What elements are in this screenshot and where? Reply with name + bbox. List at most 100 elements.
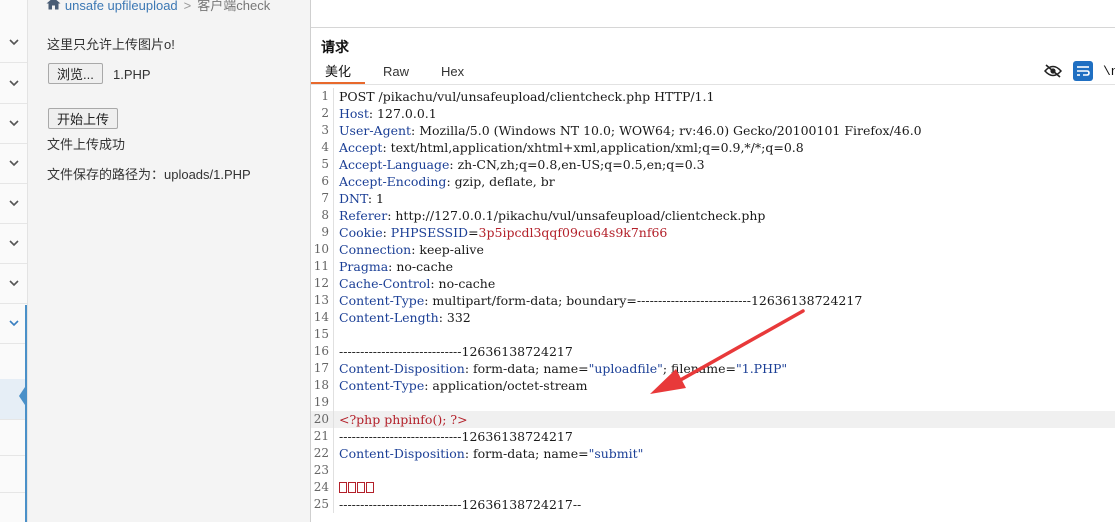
code-text: Accept-Language: zh-CN,zh;q=0.8,en-US;q=… bbox=[339, 156, 705, 173]
code-token: -----------------------------12636138724… bbox=[339, 429, 573, 444]
code-text: Content-Type: application/octet-stream bbox=[339, 377, 587, 394]
gutter-separator bbox=[333, 377, 334, 394]
code-line: 21 -----------------------------126361387… bbox=[311, 428, 1115, 445]
upload-success-message: 文件上传成功 bbox=[47, 137, 126, 152]
code-line: 2 Host: 127.0.0.1 bbox=[311, 105, 1115, 122]
nav-active-indicator bbox=[25, 305, 27, 522]
code-token: Content-Length bbox=[339, 310, 439, 325]
line-number: 9 bbox=[321, 225, 329, 239]
unprintable-glyph-box bbox=[357, 482, 365, 493]
code-line: 1 POST /pikachu/vul/unsafeupload/clientch… bbox=[311, 88, 1115, 105]
code-token: Content-Type bbox=[339, 378, 425, 393]
line-number: 4 bbox=[321, 140, 329, 154]
nav-subitem[interactable] bbox=[0, 415, 27, 456]
unprintable-glyphs bbox=[339, 480, 375, 495]
tab-raw[interactable]: Raw bbox=[369, 62, 423, 82]
gutter-separator bbox=[333, 428, 334, 445]
nav-subitem[interactable] bbox=[0, 343, 27, 384]
code-token: : bbox=[382, 225, 391, 240]
gutter-separator bbox=[333, 292, 334, 309]
line-number: 22 bbox=[313, 446, 329, 460]
show-newlines-toggle[interactable]: \n bbox=[1103, 64, 1115, 79]
code-text: User-Agent: Mozilla/5.0 (Windows NT 10.0… bbox=[339, 122, 922, 139]
chevron-down-icon bbox=[8, 119, 19, 126]
gutter-separator bbox=[333, 309, 334, 326]
line-number: 17 bbox=[313, 361, 329, 375]
code-line: 23 bbox=[311, 462, 1115, 479]
browse-button[interactable]: 浏览... bbox=[48, 63, 103, 84]
code-token: : no-cache bbox=[388, 259, 454, 274]
code-text: Referer: http://127.0.0.1/pikachu/vul/un… bbox=[339, 207, 765, 224]
code-text: POST /pikachu/vul/unsafeupload/clientche… bbox=[339, 88, 714, 105]
saved-path-message: 文件保存的路径为：uploads/1.PHP bbox=[47, 167, 251, 182]
breadcrumb-link[interactable]: unsafe upfileupload bbox=[65, 0, 178, 13]
nav-item-expand-toggle[interactable] bbox=[0, 223, 27, 264]
code-token: Content-Type bbox=[339, 293, 425, 308]
nav-item-expand-toggle[interactable] bbox=[0, 143, 27, 184]
line-number: 25 bbox=[313, 497, 329, 511]
editor-toolbar: \n bbox=[1043, 61, 1115, 81]
nav-item-expand-toggle[interactable] bbox=[0, 63, 27, 104]
unprintable-glyph-box bbox=[366, 482, 374, 493]
eye-off-icon[interactable] bbox=[1043, 61, 1063, 81]
start-upload-button[interactable]: 开始上传 bbox=[48, 108, 119, 129]
code-text: Accept-Encoding: gzip, deflate, br bbox=[339, 173, 555, 190]
line-number: 16 bbox=[313, 344, 329, 358]
code-token: : multipart/form-data; boundary=--------… bbox=[424, 293, 863, 308]
line-number: 13 bbox=[313, 293, 329, 307]
code-token: Accept-Encoding bbox=[339, 174, 447, 189]
code-token: Referer bbox=[339, 208, 388, 223]
line-number: 3 bbox=[321, 123, 329, 137]
line-number: 19 bbox=[313, 395, 329, 409]
line-number: 8 bbox=[321, 208, 329, 222]
code-text bbox=[339, 479, 375, 496]
tab-pretty[interactable]: 美化 bbox=[311, 62, 366, 84]
line-number: 15 bbox=[313, 327, 329, 341]
code-text: Cache-Control: no-cache bbox=[339, 275, 495, 292]
gutter-separator bbox=[333, 411, 334, 428]
code-line: 3 User-Agent: Mozilla/5.0 (Windows NT 10.… bbox=[311, 122, 1115, 139]
gutter-separator bbox=[333, 479, 334, 496]
line-number: 10 bbox=[313, 242, 329, 256]
nav-subitem[interactable] bbox=[0, 452, 27, 493]
code-text: Host: 127.0.0.1 bbox=[339, 105, 437, 122]
code-token: : http://127.0.0.1/pikachu/vul/unsafeupl… bbox=[387, 208, 766, 223]
gutter-separator bbox=[333, 190, 334, 207]
line-number: 2 bbox=[321, 106, 329, 120]
nav-item-expand-toggle-active[interactable] bbox=[0, 303, 27, 344]
code-token: = bbox=[468, 225, 479, 240]
chevron-down-icon bbox=[8, 319, 19, 326]
code-line: 20 <?php phpinfo(); ?> bbox=[311, 411, 1115, 428]
code-text: -----------------------------12636138724… bbox=[339, 428, 573, 445]
code-token: : no-cache bbox=[430, 276, 496, 291]
code-token: : form-data; name= bbox=[464, 361, 589, 376]
code-token: "uploadfile" bbox=[588, 361, 663, 376]
request-panel: 请求 美化 Raw Hex \n 1 POST /pikachu/vul/unsa… bbox=[310, 0, 1115, 522]
word-wrap-icon[interactable] bbox=[1073, 61, 1093, 81]
chevron-down-icon bbox=[8, 159, 19, 166]
code-text: Cookie: PHPSESSID=3p5ipcdl3qqf09cu64s9k7… bbox=[339, 224, 667, 241]
nav-item-expand-toggle[interactable] bbox=[0, 263, 27, 304]
nav-item-expand-toggle[interactable] bbox=[0, 183, 27, 224]
code-token: : 1 bbox=[367, 191, 384, 206]
code-token: DNT bbox=[339, 191, 368, 206]
code-line: 12 Cache-Control: no-cache bbox=[311, 275, 1115, 292]
request-editor[interactable]: 1 POST /pikachu/vul/unsafeupload/clientch… bbox=[311, 88, 1115, 522]
code-line: 16 -----------------------------126361387… bbox=[311, 343, 1115, 360]
nav-item-expand-toggle[interactable] bbox=[0, 103, 27, 144]
code-text: -----------------------------12636138724… bbox=[339, 343, 573, 360]
line-number: 18 bbox=[313, 378, 329, 392]
gutter-separator bbox=[333, 343, 334, 360]
code-text: Accept: text/html,application/xhtml+xml,… bbox=[339, 139, 804, 156]
tab-hex[interactable]: Hex bbox=[427, 62, 478, 82]
code-token: : application/octet-stream bbox=[424, 378, 588, 393]
line-number: 12 bbox=[313, 276, 329, 290]
code-token: : zh-CN,zh;q=0.8,en-US;q=0.5,en;q=0.3 bbox=[449, 157, 705, 172]
code-token: : keep-alive bbox=[411, 242, 484, 257]
code-line: 19 bbox=[311, 394, 1115, 411]
line-number: 11 bbox=[313, 259, 329, 273]
code-token: : 332 bbox=[438, 310, 471, 325]
code-token: Connection bbox=[339, 242, 412, 257]
nav-item-expand-toggle[interactable] bbox=[0, 22, 27, 63]
home-icon[interactable] bbox=[46, 0, 65, 13]
